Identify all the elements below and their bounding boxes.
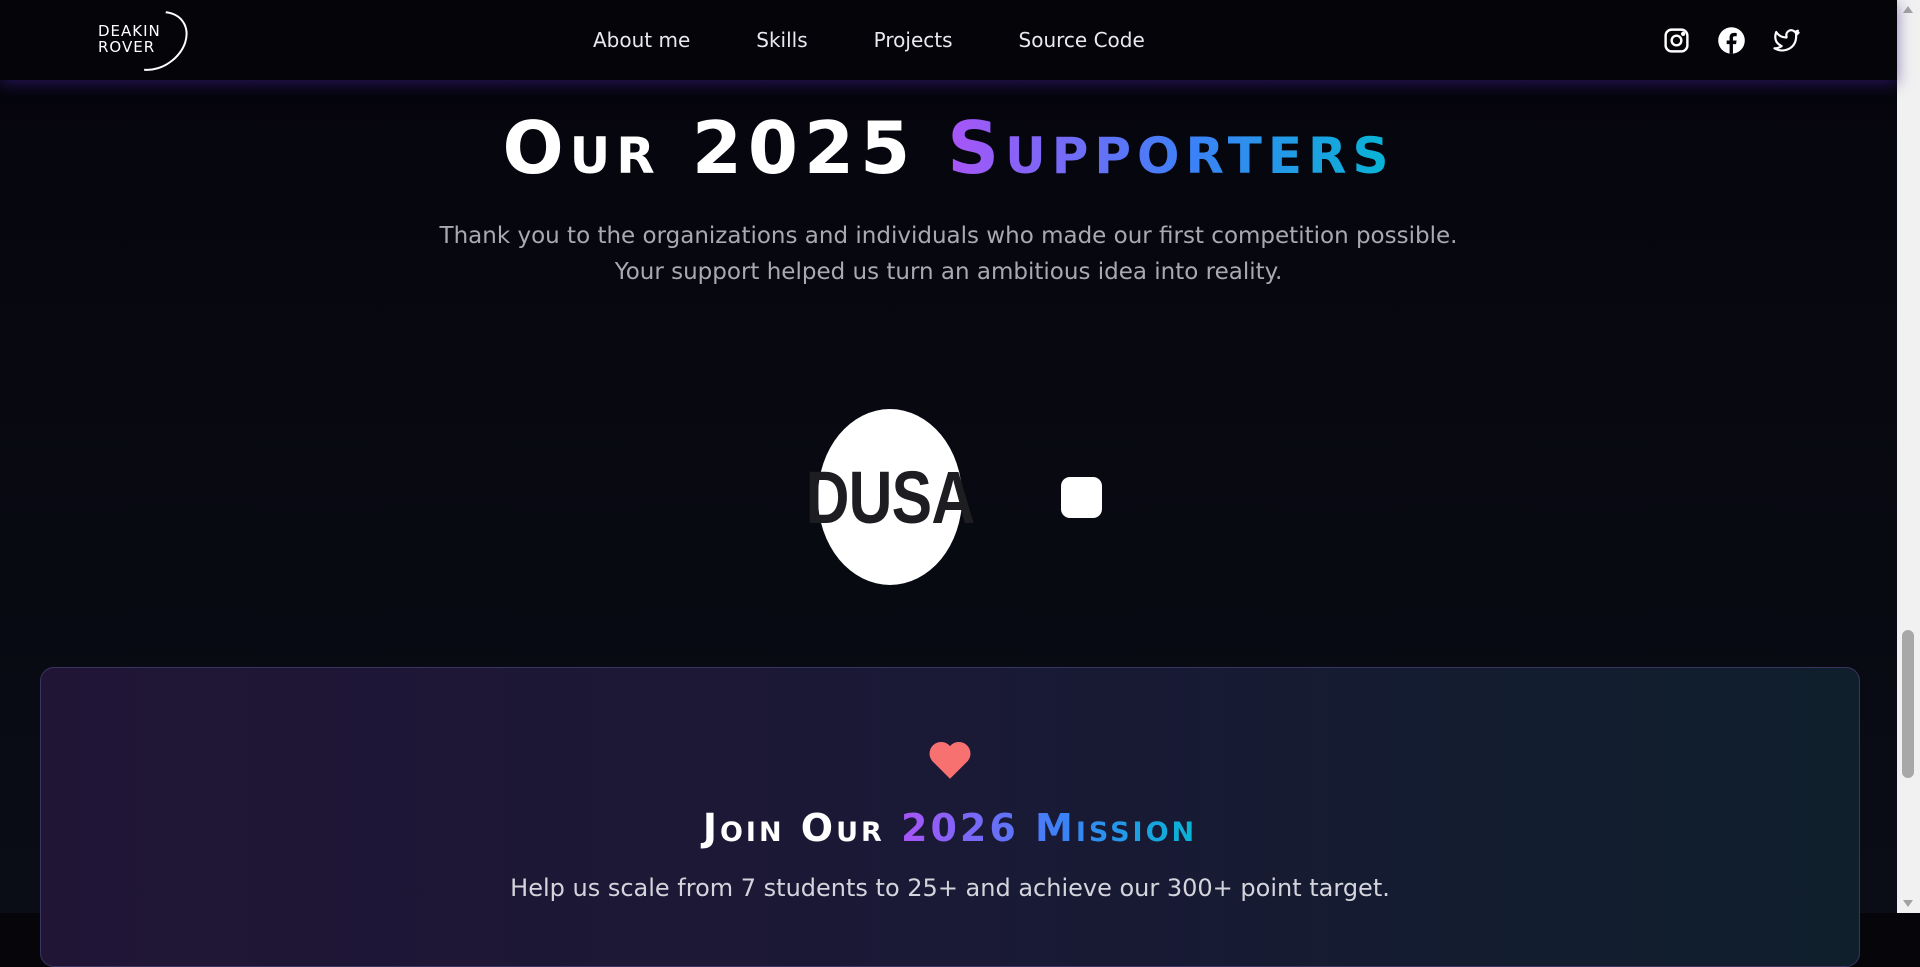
deakin-rover-logo[interactable]: DEAKIN ROVER [98, 0, 200, 84]
heart-icon [925, 734, 975, 784]
join-title: Join Our 2026 Mission [40, 806, 1860, 850]
supporter-logo-placeholder[interactable] [1061, 477, 1102, 518]
supporters-subtitle: Thank you to the organizations and indiv… [0, 218, 1897, 290]
subtitle-line: Thank you to the organizations and indiv… [439, 223, 1458, 249]
nav-projects[interactable]: Projects [874, 28, 953, 52]
logo-text-top: DEAKIN [98, 22, 161, 40]
social-links [1662, 26, 1801, 55]
navbar: DEAKIN ROVER About me Skills Projects So… [0, 0, 1897, 84]
scroll-up-arrow-icon[interactable] [1903, 6, 1913, 13]
twitter-icon[interactable] [1772, 26, 1801, 55]
instagram-icon[interactable] [1662, 26, 1691, 55]
join-text: Help us scale from 7 students to 25+ and… [510, 874, 1390, 902]
title-plain: Our 2025 [502, 106, 948, 190]
supporters-title: Our 2025 Supporters [0, 108, 1897, 188]
logo-text-bottom: ROVER [98, 38, 156, 56]
title-accent: Supporters [947, 106, 1395, 190]
join-title-accent: 2026 Mission [901, 806, 1198, 850]
facebook-icon[interactable] [1717, 26, 1746, 55]
scrollbar[interactable] [1897, 0, 1920, 913]
scrollbar-thumb[interactable] [1902, 630, 1914, 778]
nav-skills[interactable]: Skills [756, 28, 807, 52]
nav-source-code[interactable]: Source Code [1019, 28, 1145, 52]
scroll-down-arrow-icon[interactable] [1903, 900, 1913, 907]
subtitle-line: Your support helped us turn an ambitious… [614, 259, 1283, 285]
nav-about-me[interactable]: About me [593, 28, 690, 52]
dusa-logo[interactable]: DUSA [806, 409, 975, 585]
page: DEAKIN ROVER About me Skills Projects So… [0, 0, 1897, 967]
nav-links: About me Skills Projects Source Code [593, 28, 1145, 52]
join-title-plain: Join Our [702, 806, 902, 850]
